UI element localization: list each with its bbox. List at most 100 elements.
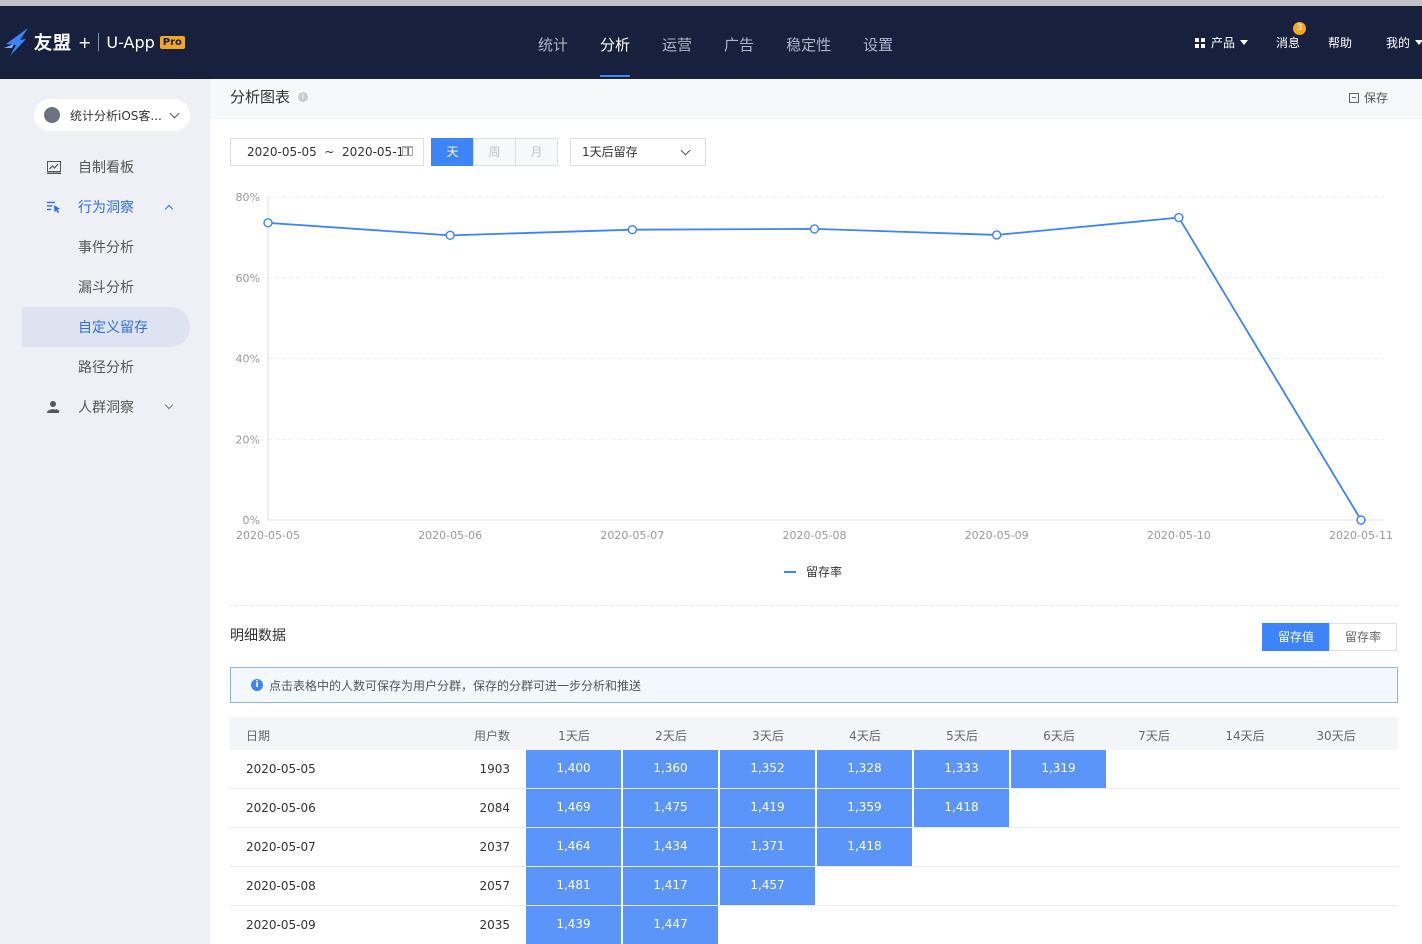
retention-value-cell[interactable]: 1,417	[623, 867, 718, 905]
sidebar-item-custom-retention[interactable]: 自定义留存	[22, 307, 190, 347]
y-tick-label: 20%	[236, 433, 260, 446]
sidebar-item-audience-insight[interactable]: 人群洞察	[22, 387, 190, 427]
retention-value-cell[interactable]: 1,481	[526, 867, 621, 905]
retention-value-cell[interactable]: 1,457	[720, 867, 815, 905]
x-tick-label: 2020-05-05	[236, 529, 300, 542]
retention-value-cell[interactable]: 1,328	[817, 750, 912, 788]
brand-separator	[98, 33, 100, 51]
column-header: 日期	[246, 729, 271, 743]
x-tick-label: 2020-05-07	[600, 529, 664, 542]
product-name: U-App	[106, 32, 155, 52]
nav-tab-stats[interactable]: 统计	[538, 6, 568, 79]
chevron-up-icon	[164, 204, 174, 214]
y-tick-label: 0%	[243, 514, 260, 527]
date-range-picker[interactable]: 2020-05-05 ~ 2020-05-11	[230, 138, 424, 166]
sidebar-item-custom-dashboard[interactable]: 自制看板	[22, 147, 190, 187]
retention-value-cell[interactable]: 1,319	[1011, 750, 1106, 788]
retention-value-cell[interactable]: 1,447	[623, 906, 718, 944]
table-row: 2020-05-05 1903 1,400 1,360 1,352 1,328 1,333 1…	[230, 750, 1398, 789]
x-tick-label: 2020-05-06	[418, 529, 482, 542]
brand-name: 友盟	[34, 33, 72, 54]
data-point	[991, 230, 1002, 240]
column-header: 6天后	[1043, 729, 1075, 743]
retention-value-cell[interactable]: 1,352	[720, 750, 815, 788]
nav-tab-ads[interactable]: 广告	[724, 6, 754, 79]
nav-tab-operations[interactable]: 运营	[662, 6, 692, 79]
data-point	[809, 224, 820, 234]
retention-value-cell[interactable]: 1,469	[526, 789, 621, 827]
help-label: 帮助	[1327, 36, 1352, 50]
sidebar-item-funnel-analysis[interactable]: 漏斗分析	[22, 267, 190, 307]
grid-icon	[1194, 37, 1205, 48]
data-point	[627, 225, 638, 235]
retention-value-cell[interactable]: 1,418	[914, 789, 1009, 827]
notice-text: 点击表格中的人数可保存为用户分群，保存的分群可进一步分析和推送	[269, 678, 642, 693]
nav-tab-analysis[interactable]: 分析	[600, 6, 631, 79]
date-range-value: 2020-05-05 ~ 2020-05-11	[247, 145, 412, 159]
help-link[interactable]: 帮助	[1328, 34, 1352, 51]
granularity-month[interactable]: 月	[515, 138, 558, 166]
x-tick-label: 2020-05-08	[783, 529, 847, 542]
my-account-label: 我的	[1386, 36, 1411, 50]
table-row: 2020-05-07 2037 1,464 1,434 1,371 1,418	[230, 828, 1398, 867]
sidebar-item-label: 路径分析	[78, 360, 134, 376]
x-tick-label: 2020-05-10	[1147, 529, 1211, 542]
app-selector[interactable]: 统计分析iOS客...	[34, 99, 190, 131]
retention-value-cell[interactable]: 1,333	[914, 750, 1009, 788]
retention-dropdown[interactable]: 1天后留存	[570, 138, 706, 166]
info-icon[interactable]: i	[298, 91, 309, 102]
sidebar: 统计分析iOS客... 自制看板 行为洞察 事件分析 漏斗分析 自定义留存 路径…	[0, 79, 210, 944]
my-account-menu[interactable]: 我的	[1386, 34, 1422, 51]
messages-link[interactable]: 消息 3	[1276, 22, 1306, 51]
nav-tab-settings[interactable]: 设置	[863, 6, 893, 79]
date-cell: 2020-05-05	[246, 762, 316, 776]
retention-value-cell[interactable]: 1,464	[526, 828, 621, 866]
sidebar-item-behavior-insight[interactable]: 行为洞察	[22, 187, 190, 227]
chevron-down-icon	[164, 400, 174, 410]
retention-value-cell[interactable]: 1,360	[623, 750, 718, 788]
column-header: 5天后	[946, 729, 978, 743]
info-notice: i 点击表格中的人数可保存为用户分群，保存的分群可进一步分析和推送	[230, 667, 1398, 703]
table-row: 2020-05-06 2084 1,469 1,475 1,419 1,359 1,418	[230, 789, 1398, 828]
products-menu[interactable]: 产品	[1194, 34, 1248, 51]
apple-icon	[44, 107, 60, 123]
umeng-logo[interactable]: 友盟 + U-App Pro	[4, 26, 185, 58]
table-row: 2020-05-08 2057 1,481 1,417 1,457	[230, 867, 1398, 906]
data-point	[263, 218, 273, 228]
retention-value-cell[interactable]: 1,400	[526, 750, 621, 788]
page-title: 分析图表 i	[230, 86, 309, 107]
granularity-week[interactable]: 周	[473, 138, 516, 166]
x-tick-label: 2020-05-09	[965, 529, 1029, 542]
data-point	[445, 230, 455, 241]
retention-value-cell[interactable]: 1,434	[623, 828, 718, 866]
section-divider	[230, 605, 1398, 606]
panel-header: 分析图表 i 保存	[210, 79, 1422, 119]
legend-label: 留存率	[806, 564, 842, 579]
retention-value-cell[interactable]: 1,359	[817, 789, 912, 827]
data-point	[1356, 515, 1366, 525]
column-header: 4天后	[849, 729, 881, 743]
retention-value-cell[interactable]: 1,371	[720, 828, 815, 866]
save-icon	[1348, 92, 1359, 103]
save-button[interactable]: 保存	[1348, 89, 1388, 106]
sidebar-item-label: 漏斗分析	[78, 280, 134, 296]
users-cell: 2057	[479, 879, 510, 893]
toggle-retention-value[interactable]: 留存值	[1262, 623, 1330, 651]
umeng-bird-icon	[4, 28, 28, 56]
granularity-day[interactable]: 天	[431, 138, 474, 166]
calendar-icon	[402, 146, 413, 156]
retention-value-cell[interactable]: 1,439	[526, 906, 621, 944]
retention-value-cell[interactable]: 1,418	[817, 828, 912, 866]
nav-tab-stability[interactable]: 稳定性	[786, 6, 831, 79]
sidebar-item-event-analysis[interactable]: 事件分析	[22, 227, 190, 267]
users-cell: 1903	[479, 762, 510, 776]
table-body: 2020-05-05 1903 1,400 1,360 1,352 1,328 1,333 1…	[230, 750, 1398, 944]
pro-badge: Pro	[159, 35, 185, 49]
sidebar-item-path-analysis[interactable]: 路径分析	[22, 347, 190, 387]
page-title-text: 分析图表	[230, 88, 291, 106]
retention-value-cell[interactable]: 1,475	[623, 789, 718, 827]
column-header: 14天后	[1225, 729, 1265, 743]
retention-value-cell[interactable]: 1,419	[720, 789, 815, 827]
toggle-retention-rate[interactable]: 留存率	[1329, 623, 1397, 651]
sidebar-item-label: 自制看板	[78, 160, 134, 176]
